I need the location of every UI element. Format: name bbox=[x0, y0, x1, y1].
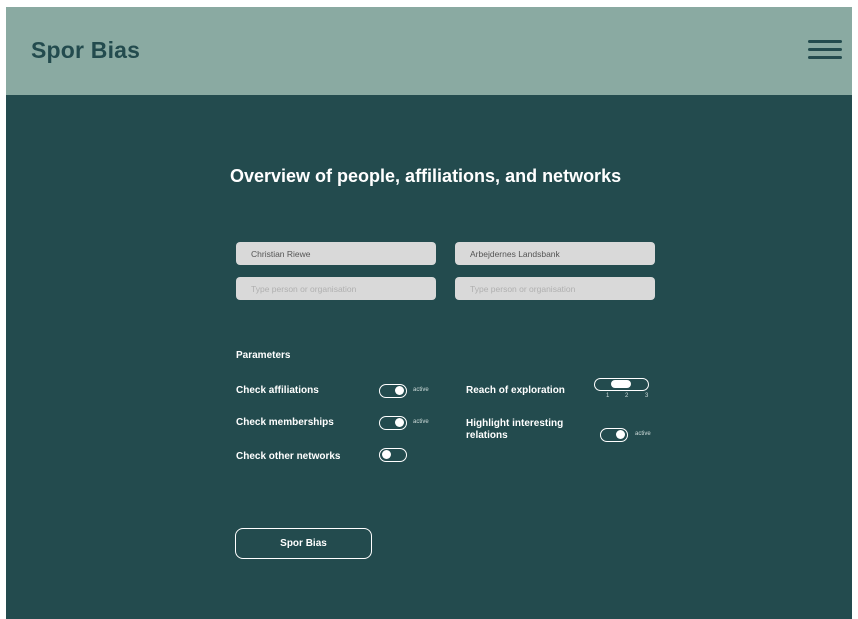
check-other-networks-toggle[interactable] bbox=[379, 448, 407, 462]
check-affiliations-label: Check affiliations bbox=[236, 385, 319, 396]
hamburger-menu-icon[interactable] bbox=[808, 40, 842, 62]
logo[interactable]: Spor Bias bbox=[31, 37, 140, 64]
search-input-1[interactable] bbox=[236, 242, 436, 265]
check-affiliations-toggle[interactable] bbox=[379, 384, 407, 398]
reach-tick-1: 1 bbox=[606, 393, 610, 399]
search-input-3[interactable] bbox=[236, 277, 436, 300]
check-memberships-toggle[interactable] bbox=[379, 416, 407, 430]
check-affiliations-status: active bbox=[413, 387, 429, 393]
app-frame: Spor Bias bbox=[6, 7, 852, 619]
page-title: Overview of people, affiliations, and ne… bbox=[230, 166, 622, 186]
highlight-relations-label: Highlight interesting relations bbox=[466, 418, 564, 441]
header-bar: Spor Bias bbox=[6, 7, 852, 95]
check-memberships-status: active bbox=[413, 419, 429, 425]
spor-bias-button[interactable]: Spor Bias bbox=[235, 528, 372, 559]
reach-of-exploration-slider[interactable] bbox=[594, 378, 649, 391]
parameters-heading: Parameters bbox=[236, 350, 291, 361]
check-other-networks-label: Check other networks bbox=[236, 451, 341, 462]
search-input-4[interactable] bbox=[455, 277, 655, 300]
reach-tick-2: 2 bbox=[625, 393, 629, 399]
check-memberships-label: Check memberships bbox=[236, 417, 334, 428]
highlight-relations-toggle[interactable] bbox=[600, 428, 628, 442]
highlight-relations-status: active bbox=[635, 431, 651, 437]
reach-of-exploration-label: Reach of exploration bbox=[466, 385, 565, 396]
search-input-2[interactable] bbox=[455, 242, 655, 265]
reach-tick-3: 3 bbox=[645, 393, 649, 399]
